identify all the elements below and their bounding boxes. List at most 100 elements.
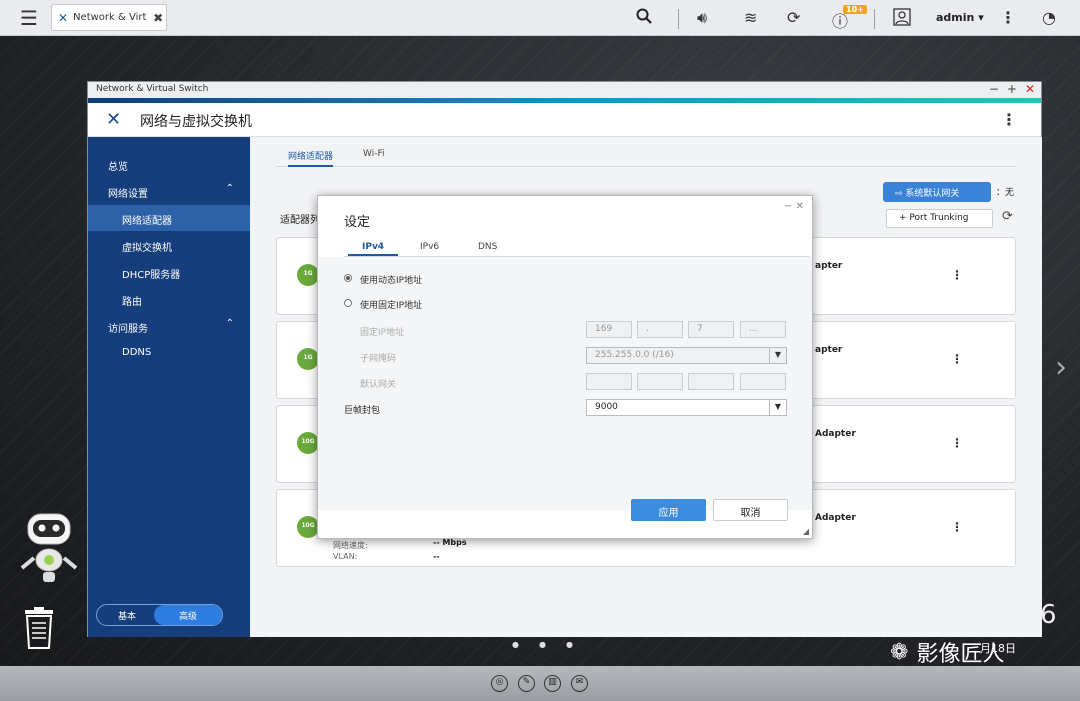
more-options-icon[interactable]: ⋮ — [951, 520, 963, 534]
settings-dialog: 设定 − ✕ IPv4 IPv6 DNS 使用动态IP地址 使用固定IP地址 固… — [317, 195, 813, 539]
nic-1g-icon: 1G — [297, 264, 319, 286]
search-icon[interactable] — [636, 8, 652, 28]
assistant-robot-icon[interactable] — [18, 510, 80, 586]
mode-toggle[interactable]: 基本 高级 — [96, 604, 223, 626]
volume-icon[interactable]: 🔊︎ — [697, 8, 707, 28]
app-tab-network[interactable]: ✕ Network & Virt... ✖ — [51, 4, 167, 31]
refresh-icon[interactable]: ⟳ — [1002, 209, 1013, 224]
chevron-down-icon: ▼ — [769, 400, 786, 415]
page-indicator[interactable]: ●●● — [512, 640, 593, 649]
tab-wifi[interactable]: Wi-Fi — [363, 149, 384, 159]
default-gateway-label: 系统默认网关 — [905, 189, 960, 199]
radio-dynamic-ip[interactable] — [344, 274, 352, 282]
chevron-up-icon: ⌃ — [225, 183, 234, 194]
speed-label: 网络速度: — [333, 541, 368, 550]
user-icon[interactable] — [893, 8, 911, 30]
ip-octet-2[interactable]: . — [637, 321, 683, 338]
mode-advanced-button[interactable]: 高级 — [154, 605, 222, 625]
dialog-tabs: IPv4 IPv6 DNS — [344, 240, 810, 257]
sidebar-item-network-adapters[interactable]: 网络适配器 — [88, 205, 250, 231]
jumbo-frame-value: 9000 — [595, 402, 618, 412]
sidebar-item-access-services[interactable]: 访问服务 ⌃ — [88, 313, 250, 339]
divider — [874, 9, 875, 29]
adapter-name: Adapter — [815, 429, 856, 439]
tab-ipv4[interactable]: IPv4 — [348, 242, 399, 256]
app-center-icon[interactable]: ◎ — [491, 675, 508, 692]
radio-static-ip[interactable] — [344, 299, 352, 307]
tab-dns[interactable]: DNS — [478, 242, 497, 252]
default-gateway-label: 默认网关 — [360, 380, 397, 390]
wechat-icon: ❁ — [890, 639, 909, 665]
gateway-octet-1[interactable] — [586, 373, 632, 390]
sidebar-item-virtual-switch[interactable]: 虚拟交换机 — [88, 232, 250, 258]
minimize-icon[interactable]: − — [989, 82, 999, 96]
app-tab-label: Network & Virt... — [73, 12, 147, 23]
app-header: ✕ 网络与虚拟交换机 ⋮ — [88, 103, 1041, 137]
ip-octet-3[interactable]: 7 — [688, 321, 734, 338]
gateway-octet-4[interactable] — [740, 373, 786, 390]
sidebar-item-label: 访问服务 — [108, 324, 148, 335]
jumbo-frame-select[interactable]: 9000 ▼ — [586, 399, 787, 416]
nic-10g-icon: 10G — [297, 516, 319, 538]
more-options-icon[interactable]: ⋮ — [951, 352, 963, 366]
plus-icon: + — [899, 213, 910, 223]
vlan-value: -- — [433, 552, 440, 561]
default-gateway-button[interactable]: ⇨ 系统默认网关 — [883, 182, 991, 202]
ip-octet-4[interactable]: ... — [740, 321, 786, 338]
close-icon[interactable]: ✕ — [1025, 82, 1035, 96]
more-options-icon[interactable]: ⋮ — [1000, 8, 1016, 27]
storage-icon[interactable]: ▥ — [544, 675, 561, 692]
tab-ipv6[interactable]: IPv6 — [420, 242, 439, 252]
main-menu-icon[interactable]: ☰ — [20, 6, 38, 30]
fixed-ip-label: 固定IP地址 — [360, 328, 405, 338]
more-options-icon[interactable]: ⋮ — [1001, 110, 1017, 129]
port-trunking-label: Port Trunking — [909, 213, 969, 223]
more-options-icon[interactable]: ⋮ — [951, 436, 963, 450]
close-icon[interactable]: ✕ — [796, 201, 804, 212]
window-titlebar[interactable]: Network & Virtual Switch — [88, 82, 1041, 98]
subnet-mask-select[interactable]: 255.255.0.0 (/16) ▼ — [586, 347, 787, 364]
nic-1g-icon: 1G — [297, 348, 319, 370]
apply-button[interactable]: 应用 — [631, 499, 706, 521]
sidebar-item-ddns[interactable]: DDNS — [88, 340, 250, 366]
tools-icon[interactable]: ✎ — [518, 675, 535, 692]
user-menu[interactable]: admin ▾ — [936, 11, 984, 24]
sidebar-item-overview[interactable]: 总览 — [88, 151, 250, 177]
port-trunking-button[interactable]: + Port Trunking — [886, 209, 993, 228]
gateway-octet-2[interactable] — [637, 373, 683, 390]
resize-handle-icon[interactable]: ◢ — [803, 527, 809, 536]
background-tasks-icon[interactable]: ≋ — [744, 8, 757, 27]
dialog-controls: − ✕ — [784, 201, 804, 212]
dialog-body: 使用动态IP地址 使用固定IP地址 固定IP地址 169 . 7 ... 子网掩… — [318, 257, 812, 510]
jumbo-frame-label: 巨帧封包 — [344, 406, 381, 416]
notes-icon[interactable]: ✉ — [571, 675, 588, 692]
bottom-dock: ◎ ✎ ▥ ✉ — [0, 666, 1080, 701]
tab-network-adapters[interactable]: 网络适配器 — [288, 149, 334, 167]
adapter-list-label: 适配器列 — [280, 215, 320, 226]
cancel-button[interactable]: 取消 — [713, 499, 788, 521]
recycle-bin-icon[interactable] — [22, 606, 56, 650]
gateway-octet-3[interactable] — [688, 373, 734, 390]
mode-basic-button[interactable]: 基本 — [97, 605, 157, 625]
vlan-label: VLAN: — [333, 552, 358, 561]
chevron-up-icon: ⌃ — [225, 318, 234, 329]
window-controls: − + ✕ — [981, 82, 1035, 96]
network-switch-icon: ✕ — [106, 109, 122, 130]
adapter-name: apter — [815, 261, 843, 271]
chevron-right-icon[interactable]: › — [1055, 350, 1067, 385]
sidebar-item-routing[interactable]: 路由 — [88, 286, 250, 312]
notification-badge: 10+ — [843, 5, 867, 14]
ip-octet-1[interactable]: 169 — [586, 321, 632, 338]
minimize-icon[interactable]: − — [784, 201, 792, 212]
sync-icon[interactable]: ⟳ — [787, 8, 800, 27]
sidebar-item-network-settings[interactable]: 网络设置 ⌃ — [88, 178, 250, 204]
close-icon[interactable]: ✖ — [153, 11, 163, 25]
gateway-icon: ⇨ — [895, 189, 906, 199]
sidebar-item-dhcp-server[interactable]: DHCP服务器 — [88, 259, 250, 285]
maximize-icon[interactable]: + — [1007, 82, 1017, 96]
adapter-name: Adapter — [815, 513, 856, 523]
static-ip-label: 使用固定IP地址 — [360, 301, 423, 311]
more-options-icon[interactable]: ⋮ — [951, 268, 963, 282]
main-tabs: 网络适配器 Wi-Fi — [276, 145, 1016, 167]
dashboard-icon[interactable]: ◔ — [1042, 8, 1056, 27]
